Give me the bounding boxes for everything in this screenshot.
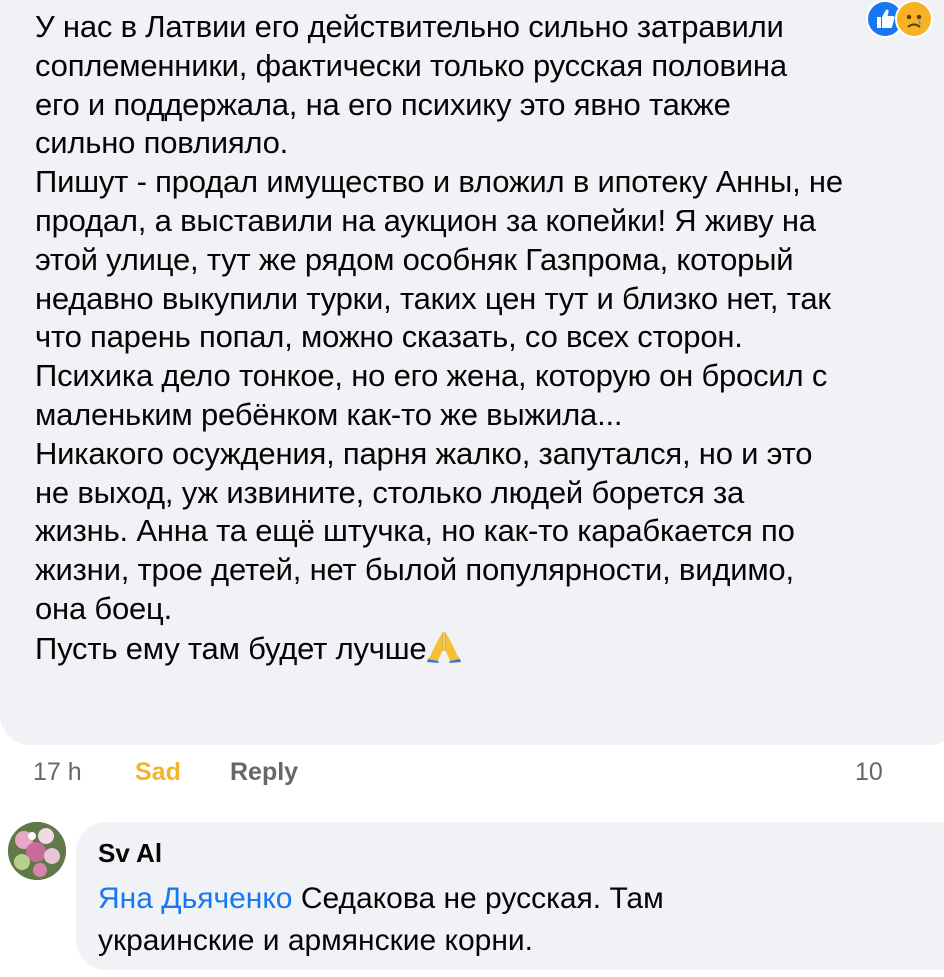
praying-hands-icon [426, 629, 462, 663]
mention-link[interactable]: Яна Дьяченко [98, 882, 292, 915]
comment-line: она боец. [35, 590, 173, 626]
reply-text: Яна Дьяченко Седакова не русская. Там ук… [98, 878, 664, 962]
comment-line: жизнь. Анна та ещё штучка, но как-то кар… [35, 513, 795, 549]
reply-button[interactable]: Reply [230, 758, 298, 787]
comment-line: недавно выкупили турки, таких цен тут и … [35, 280, 831, 316]
comment-line: Психика дело тонкое, но его жена, котору… [35, 358, 828, 394]
comment-line: У нас в Латвии его действительно сильно … [35, 9, 784, 44]
comment-line: жизни, трое детей, нет былой популярност… [35, 552, 794, 588]
comment-line: продал, а выставили на аукцион за копейк… [35, 202, 816, 238]
comment-line: соплеменники, фактически только русская … [35, 47, 787, 83]
comment-line: маленьким ребёнком как-то же выжила... [35, 396, 623, 432]
comment-line: что парень попал, можно сказать, со всех… [35, 319, 743, 355]
reply-author-name[interactable]: Sv Al [98, 838, 162, 869]
comment-line-last: Пусть ему там будет лучше [35, 629, 940, 669]
sad-reaction-button[interactable]: Sad [135, 758, 181, 787]
comment-line: Никакого осуждения, парня жалко, запутал… [35, 435, 813, 471]
comment-actions: 17 h Sad Reply 10 [33, 758, 944, 798]
timestamp[interactable]: 17 h [33, 758, 82, 787]
reply-text-line: украинские и армянские корни. [98, 924, 534, 957]
comment-line: сильно повлияло. [35, 125, 289, 161]
reaction-count[interactable]: 10 [855, 758, 883, 787]
reply-text-line: Седакова не русская. Там [292, 882, 664, 915]
comment-line: Пишут - продал имущество и вложил в ипот… [35, 164, 843, 200]
comment-line: не выход, уж извините, столько людей бор… [35, 474, 745, 510]
comment-text: У нас в Латвии его действительно сильно … [35, 8, 940, 669]
flower-avatar-icon[interactable] [8, 822, 66, 880]
comment-line: этой улице, тут же рядом особняк Газпром… [35, 241, 794, 277]
comment-line: его и поддержала, на его психику это явн… [35, 86, 731, 122]
sad-face-icon[interactable] [895, 0, 933, 38]
comment-line: Пусть ему там будет лучше [35, 630, 427, 666]
